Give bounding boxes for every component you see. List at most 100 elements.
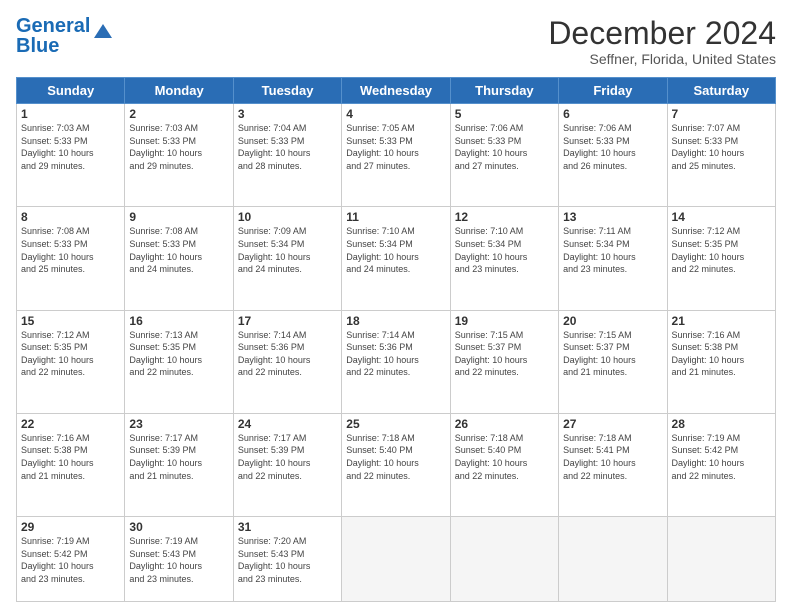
table-row: 9Sunrise: 7:08 AM Sunset: 5:33 PM Daylig… [125, 207, 233, 310]
day-info: Sunrise: 7:15 AM Sunset: 5:37 PM Dayligh… [563, 329, 662, 379]
table-row: 30Sunrise: 7:19 AM Sunset: 5:43 PM Dayli… [125, 517, 233, 602]
day-number: 7 [672, 107, 771, 121]
table-row: 27Sunrise: 7:18 AM Sunset: 5:41 PM Dayli… [559, 413, 667, 516]
calendar-week-row: 8Sunrise: 7:08 AM Sunset: 5:33 PM Daylig… [17, 207, 776, 310]
table-row: 16Sunrise: 7:13 AM Sunset: 5:35 PM Dayli… [125, 310, 233, 413]
day-info: Sunrise: 7:18 AM Sunset: 5:40 PM Dayligh… [455, 432, 554, 482]
day-number: 30 [129, 520, 228, 534]
day-info: Sunrise: 7:15 AM Sunset: 5:37 PM Dayligh… [455, 329, 554, 379]
table-row: 18Sunrise: 7:14 AM Sunset: 5:36 PM Dayli… [342, 310, 450, 413]
col-monday: Monday [125, 78, 233, 104]
table-row [450, 517, 558, 602]
title-section: December 2024 Seffner, Florida, United S… [548, 16, 776, 67]
day-info: Sunrise: 7:08 AM Sunset: 5:33 PM Dayligh… [129, 225, 228, 275]
day-info: Sunrise: 7:13 AM Sunset: 5:35 PM Dayligh… [129, 329, 228, 379]
day-number: 31 [238, 520, 337, 534]
table-row: 2Sunrise: 7:03 AM Sunset: 5:33 PM Daylig… [125, 104, 233, 207]
table-row [342, 517, 450, 602]
day-info: Sunrise: 7:07 AM Sunset: 5:33 PM Dayligh… [672, 122, 771, 172]
table-row [559, 517, 667, 602]
day-info: Sunrise: 7:09 AM Sunset: 5:34 PM Dayligh… [238, 225, 337, 275]
day-number: 14 [672, 210, 771, 224]
calendar-week-row: 1Sunrise: 7:03 AM Sunset: 5:33 PM Daylig… [17, 104, 776, 207]
table-row: 8Sunrise: 7:08 AM Sunset: 5:33 PM Daylig… [17, 207, 125, 310]
table-row: 20Sunrise: 7:15 AM Sunset: 5:37 PM Dayli… [559, 310, 667, 413]
calendar-week-row: 22Sunrise: 7:16 AM Sunset: 5:38 PM Dayli… [17, 413, 776, 516]
table-row: 14Sunrise: 7:12 AM Sunset: 5:35 PM Dayli… [667, 207, 775, 310]
day-info: Sunrise: 7:06 AM Sunset: 5:33 PM Dayligh… [563, 122, 662, 172]
table-row: 10Sunrise: 7:09 AM Sunset: 5:34 PM Dayli… [233, 207, 341, 310]
table-row: 15Sunrise: 7:12 AM Sunset: 5:35 PM Dayli… [17, 310, 125, 413]
day-number: 11 [346, 210, 445, 224]
table-row: 7Sunrise: 7:07 AM Sunset: 5:33 PM Daylig… [667, 104, 775, 207]
day-info: Sunrise: 7:19 AM Sunset: 5:42 PM Dayligh… [21, 535, 120, 585]
day-info: Sunrise: 7:11 AM Sunset: 5:34 PM Dayligh… [563, 225, 662, 275]
day-info: Sunrise: 7:04 AM Sunset: 5:33 PM Dayligh… [238, 122, 337, 172]
day-info: Sunrise: 7:05 AM Sunset: 5:33 PM Dayligh… [346, 122, 445, 172]
day-info: Sunrise: 7:08 AM Sunset: 5:33 PM Dayligh… [21, 225, 120, 275]
col-friday: Friday [559, 78, 667, 104]
day-number: 29 [21, 520, 120, 534]
day-number: 9 [129, 210, 228, 224]
table-row: 28Sunrise: 7:19 AM Sunset: 5:42 PM Dayli… [667, 413, 775, 516]
table-row: 19Sunrise: 7:15 AM Sunset: 5:37 PM Dayli… [450, 310, 558, 413]
month-title: December 2024 [548, 16, 776, 51]
day-info: Sunrise: 7:18 AM Sunset: 5:40 PM Dayligh… [346, 432, 445, 482]
table-row: 3Sunrise: 7:04 AM Sunset: 5:33 PM Daylig… [233, 104, 341, 207]
day-number: 27 [563, 417, 662, 431]
day-info: Sunrise: 7:16 AM Sunset: 5:38 PM Dayligh… [21, 432, 120, 482]
table-row: 26Sunrise: 7:18 AM Sunset: 5:40 PM Dayli… [450, 413, 558, 516]
header: General Blue December 2024 Seffner, Flor… [16, 16, 776, 67]
table-row: 23Sunrise: 7:17 AM Sunset: 5:39 PM Dayli… [125, 413, 233, 516]
table-row: 12Sunrise: 7:10 AM Sunset: 5:34 PM Dayli… [450, 207, 558, 310]
table-row: 24Sunrise: 7:17 AM Sunset: 5:39 PM Dayli… [233, 413, 341, 516]
table-row: 4Sunrise: 7:05 AM Sunset: 5:33 PM Daylig… [342, 104, 450, 207]
logo: General Blue [16, 16, 114, 56]
day-info: Sunrise: 7:10 AM Sunset: 5:34 PM Dayligh… [455, 225, 554, 275]
day-info: Sunrise: 7:19 AM Sunset: 5:42 PM Dayligh… [672, 432, 771, 482]
day-number: 16 [129, 314, 228, 328]
table-row: 6Sunrise: 7:06 AM Sunset: 5:33 PM Daylig… [559, 104, 667, 207]
day-number: 22 [21, 417, 120, 431]
day-number: 4 [346, 107, 445, 121]
calendar-table: Sunday Monday Tuesday Wednesday Thursday… [16, 77, 776, 602]
table-row: 21Sunrise: 7:16 AM Sunset: 5:38 PM Dayli… [667, 310, 775, 413]
page-container: General Blue December 2024 Seffner, Flor… [0, 0, 792, 612]
day-number: 8 [21, 210, 120, 224]
calendar-week-row: 29Sunrise: 7:19 AM Sunset: 5:42 PM Dayli… [17, 517, 776, 602]
day-number: 18 [346, 314, 445, 328]
day-info: Sunrise: 7:14 AM Sunset: 5:36 PM Dayligh… [346, 329, 445, 379]
day-number: 23 [129, 417, 228, 431]
col-thursday: Thursday [450, 78, 558, 104]
day-info: Sunrise: 7:03 AM Sunset: 5:33 PM Dayligh… [21, 122, 120, 172]
location: Seffner, Florida, United States [548, 51, 776, 67]
day-number: 20 [563, 314, 662, 328]
day-info: Sunrise: 7:10 AM Sunset: 5:34 PM Dayligh… [346, 225, 445, 275]
table-row: 1Sunrise: 7:03 AM Sunset: 5:33 PM Daylig… [17, 104, 125, 207]
calendar-week-row: 15Sunrise: 7:12 AM Sunset: 5:35 PM Dayli… [17, 310, 776, 413]
day-info: Sunrise: 7:18 AM Sunset: 5:41 PM Dayligh… [563, 432, 662, 482]
table-row: 25Sunrise: 7:18 AM Sunset: 5:40 PM Dayli… [342, 413, 450, 516]
table-row: 22Sunrise: 7:16 AM Sunset: 5:38 PM Dayli… [17, 413, 125, 516]
day-number: 15 [21, 314, 120, 328]
table-row: 31Sunrise: 7:20 AM Sunset: 5:43 PM Dayli… [233, 517, 341, 602]
col-sunday: Sunday [17, 78, 125, 104]
day-number: 1 [21, 107, 120, 121]
day-number: 24 [238, 417, 337, 431]
table-row: 11Sunrise: 7:10 AM Sunset: 5:34 PM Dayli… [342, 207, 450, 310]
day-number: 6 [563, 107, 662, 121]
day-info: Sunrise: 7:17 AM Sunset: 5:39 PM Dayligh… [238, 432, 337, 482]
table-row: 17Sunrise: 7:14 AM Sunset: 5:36 PM Dayli… [233, 310, 341, 413]
col-tuesday: Tuesday [233, 78, 341, 104]
day-info: Sunrise: 7:12 AM Sunset: 5:35 PM Dayligh… [21, 329, 120, 379]
table-row [667, 517, 775, 602]
day-number: 28 [672, 417, 771, 431]
day-number: 10 [238, 210, 337, 224]
table-row: 5Sunrise: 7:06 AM Sunset: 5:33 PM Daylig… [450, 104, 558, 207]
day-number: 26 [455, 417, 554, 431]
day-info: Sunrise: 7:03 AM Sunset: 5:33 PM Dayligh… [129, 122, 228, 172]
table-row: 29Sunrise: 7:19 AM Sunset: 5:42 PM Dayli… [17, 517, 125, 602]
logo-icon [92, 20, 114, 42]
calendar-header-row: Sunday Monday Tuesday Wednesday Thursday… [17, 78, 776, 104]
day-number: 5 [455, 107, 554, 121]
